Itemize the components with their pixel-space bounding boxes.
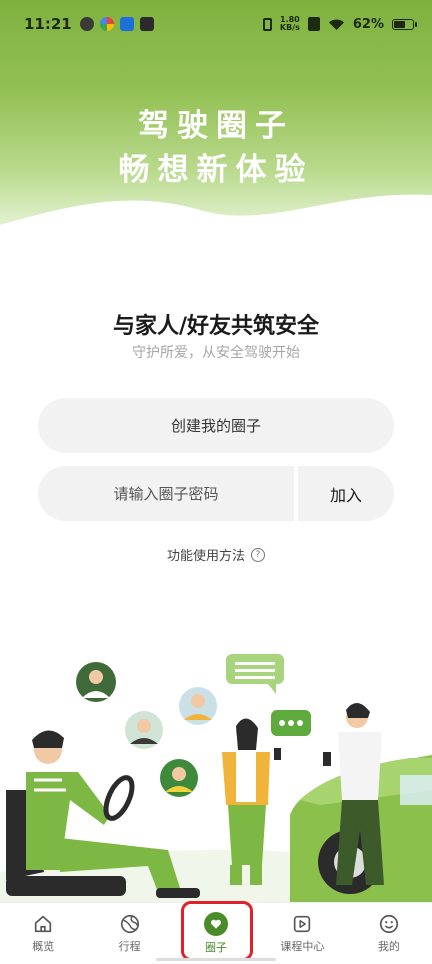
play-icon [294,915,311,933]
help-icon: ? [251,547,265,562]
intro-headline: 与家人/好友共筑安全 [112,314,320,339]
nav-item-overview[interactable]: 概览 [0,903,86,964]
home-indicator[interactable] [156,958,276,961]
nav-item-mine[interactable]: 我的 [346,903,432,964]
circle-page: 11:21 1.80 KB/s 62% 驾驶圈子 畅想新体验 与家人/好友共筑安… [0,0,432,964]
nav-item-trips[interactable]: 行程 [86,903,172,964]
heart-icon [204,912,229,936]
app-notification-icon [79,17,94,31]
battery-percent: 62% [352,16,384,32]
intro-subline: 守护所爱，从安全驾驶开始 [132,345,300,361]
battery-icon [392,18,417,30]
smile-icon [379,914,398,934]
nav-label-mine: 我的 [377,940,400,953]
message-app-icon [139,17,154,31]
status-bar: 11:21 1.80 KB/s 62% [0,0,432,48]
howto-link[interactable]: 功能使用方法 ? [0,545,432,564]
status-time: 11:21 [24,15,72,33]
home-icon [35,915,52,933]
status-right: 1.80 KB/s 62% [262,16,417,32]
speed-unit: KB/s [279,23,300,32]
bottom-navigation: 概览 行程 圈子 课程中心 我的 [0,902,432,964]
vibrate-icon [262,17,272,31]
nav-label-trips: 行程 [118,940,141,953]
join-button[interactable]: 加入 [298,466,394,521]
create-circle-button[interactable]: 创建我的圈子 [38,398,394,453]
nav-label-courses: 课程中心 [280,940,325,953]
wifi-icon [328,19,344,30]
notification-icons [79,17,154,31]
blue-app-icon [119,17,134,31]
globe-icon [120,914,139,934]
circle-code-input[interactable] [38,466,294,521]
nav-label-circle: 圈子 [205,941,228,954]
colorful-app-icon [99,17,114,31]
network-speed: 1.80 KB/s [280,16,300,32]
howto-label: 功能使用方法 [166,549,245,564]
hero-title-line2: 畅想新体验 [118,152,314,188]
family-friends-illustration [0,640,432,902]
nav-item-circle[interactable]: 圈子 [173,903,259,964]
nav-label-overview: 概览 [32,940,55,953]
nav-item-courses[interactable]: 课程中心 [259,903,345,964]
sim-off-icon [307,17,320,31]
battery-level [394,20,406,28]
hero-title-line1: 驾驶圈子 [138,108,294,144]
join-circle-row: 加入 [38,466,394,521]
